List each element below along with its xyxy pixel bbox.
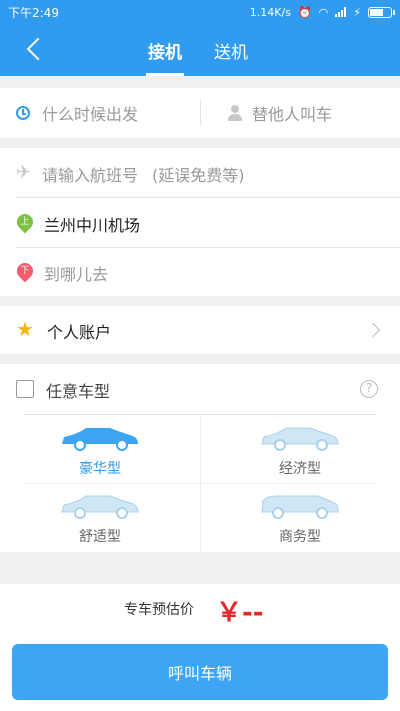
flight-number-field[interactable]: ✈ 请输入航班号 (延误免费等) — [0, 148, 400, 197]
dropoff-pin-icon: 下 — [13, 259, 37, 283]
vertical-divider — [200, 100, 201, 126]
car-option-label: 舒适型 — [79, 529, 121, 545]
departure-time-placeholder: 什么时候出发 — [42, 105, 139, 124]
charging-icon: ⚡ — [353, 5, 361, 19]
any-car-checkbox[interactable] — [16, 380, 34, 398]
economy-car-icon — [261, 427, 339, 451]
car-option-label: 经济型 — [279, 461, 321, 477]
alarm-icon: ⏰ — [297, 5, 312, 19]
car-option-label: 商务型 — [279, 529, 321, 545]
proxy-call-button[interactable]: 替他人叫车 — [228, 88, 332, 138]
proxy-call-label: 替他人叫车 — [252, 105, 333, 124]
signal-icon — [335, 7, 347, 17]
car-type-panel: 任意车型 ? 豪华型 经济型 舒适型 商务型 — [0, 364, 400, 552]
network-speed: 1.14K/s — [249, 5, 291, 19]
help-icon[interactable]: ? — [360, 380, 378, 398]
car-option-business[interactable]: 商务型 — [200, 484, 400, 552]
chevron-right-icon — [365, 322, 381, 338]
price-value: ￥-- — [216, 598, 264, 628]
flight-number-hint: (延误免费等) — [152, 166, 245, 185]
departure-panel: 什么时候出发 替他人叫车 — [0, 88, 400, 138]
departure-time-field[interactable]: 什么时候出发 — [16, 88, 138, 138]
battery-icon — [368, 6, 395, 18]
dropoff-location-field[interactable]: 下 到哪儿去 — [0, 248, 400, 296]
price-label: 专车预估价 — [124, 602, 194, 618]
pickup-pin-icon: 上 — [13, 210, 37, 234]
price-estimate: 专车预估价 ￥-- — [0, 584, 400, 634]
comfort-car-icon — [61, 495, 139, 519]
clock-icon — [16, 106, 30, 120]
back-button[interactable] — [22, 36, 50, 64]
business-car-icon — [261, 495, 339, 519]
car-option-label: 豪华型 — [79, 461, 121, 477]
pickup-location: 兰州中川机场 — [44, 216, 141, 235]
any-car-label: 任意车型 — [46, 382, 111, 401]
account-panel[interactable]: ★ 个人账户 — [0, 306, 400, 354]
route-panel: ✈ 请输入航班号 (延误免费等) 上 兰州中川机场 下 到哪儿去 — [0, 148, 400, 296]
status-bar: 下午2:49 1.14K/s ⏰ ◠ ⚡ — [0, 0, 400, 24]
tab-dropoff[interactable]: 送机 — [214, 38, 248, 63]
airplane-icon: ✈ — [16, 162, 32, 183]
status-time: 下午2:49 — [8, 5, 59, 20]
nav-bar: 接机 送机 — [0, 24, 400, 76]
car-option-economy[interactable]: 经济型 — [200, 416, 400, 484]
dropoff-placeholder: 到哪儿去 — [44, 265, 109, 284]
account-label: 个人账户 — [47, 323, 112, 342]
call-car-button[interactable]: 呼叫车辆 — [12, 644, 388, 700]
tab-pickup[interactable]: 接机 — [146, 38, 184, 76]
car-option-comfort[interactable]: 舒适型 — [0, 484, 200, 552]
person-icon — [228, 105, 242, 121]
car-option-luxury[interactable]: 豪华型 — [0, 416, 200, 484]
luxury-car-icon — [62, 428, 138, 451]
pickup-location-field[interactable]: 上 兰州中川机场 — [0, 198, 400, 247]
flight-number-placeholder: 请输入航班号 — [42, 166, 139, 185]
wifi-icon: ◠ — [318, 5, 329, 19]
star-icon: ★ — [16, 317, 34, 341]
